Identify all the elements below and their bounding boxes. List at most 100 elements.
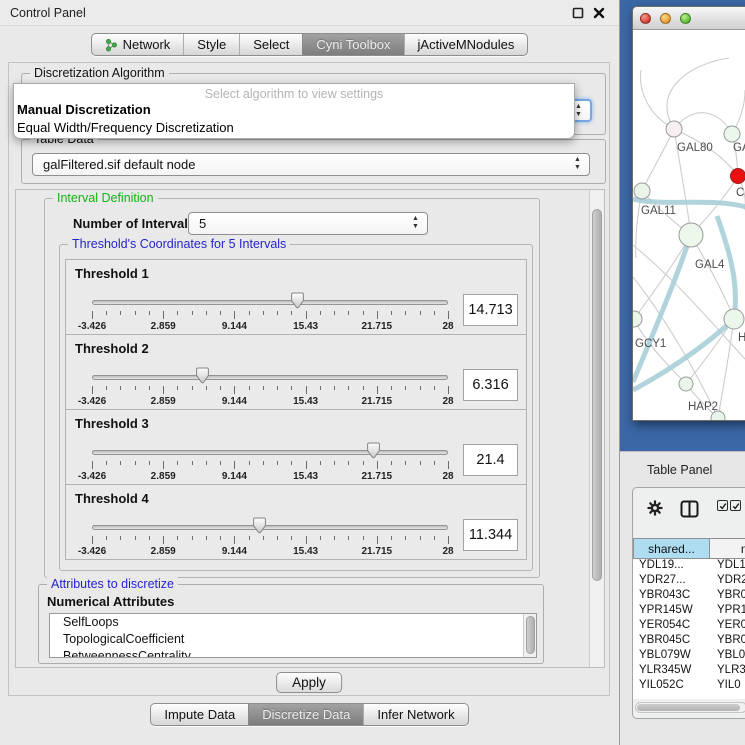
- tick-label: 2.859: [151, 321, 176, 332]
- network-canvas[interactable]: GAL80GACGAL11GAL4GCY1HHAP2: [633, 30, 745, 421]
- tab-style[interactable]: Style: [183, 34, 239, 55]
- network-node[interactable]: [724, 309, 744, 329]
- tick-label: 15.43: [293, 546, 318, 557]
- tab-discretize-data[interactable]: Discretize Data: [248, 704, 363, 725]
- table-row[interactable]: YER054CYER0: [633, 619, 745, 634]
- algorithm-option-manual-discretization[interactable]: Manual Discretization: [14, 101, 574, 119]
- tick: [363, 536, 364, 540]
- cell-name: YBR0: [710, 589, 745, 604]
- gear-icon[interactable]: [647, 500, 663, 516]
- network-node[interactable]: [634, 183, 650, 199]
- tick: [391, 311, 392, 315]
- threshold-value-input[interactable]: 14.713: [463, 294, 518, 326]
- attributes-scrollbar-thumb[interactable]: [526, 616, 535, 654]
- cell-shared-name: YER054C: [633, 619, 710, 634]
- slider-track[interactable]: [92, 300, 448, 305]
- table-row[interactable]: YDL19...YDL1: [633, 559, 745, 574]
- attribute-item-selfloops[interactable]: SelfLoops: [50, 614, 536, 631]
- tab-select[interactable]: Select: [239, 34, 302, 55]
- tab-jactivemnodules[interactable]: jActiveMNodules: [404, 34, 528, 55]
- attribute-item-betweennesscentrality[interactable]: BetweennessCentrality: [50, 648, 536, 658]
- table-row[interactable]: YBR043CYBR0: [633, 589, 745, 604]
- column-header-shared-[interactable]: shared...: [633, 538, 710, 559]
- float-window-icon[interactable]: [571, 6, 585, 20]
- tick: [263, 461, 264, 465]
- tick: [135, 386, 136, 390]
- threshold-value-input[interactable]: 11.344: [463, 519, 518, 551]
- attribute-item-topologicalcoefficient[interactable]: TopologicalCoefficient: [50, 631, 536, 648]
- tab-cyni-toolbox[interactable]: Cyni Toolbox: [302, 34, 403, 55]
- network-edge[interactable]: [674, 113, 732, 134]
- slider-thumb[interactable]: [195, 367, 210, 384]
- checkbox-checked-icon[interactable]: [717, 500, 728, 511]
- tick: [391, 461, 392, 465]
- table-row[interactable]: YDR27...YDR2: [633, 574, 745, 589]
- network-node[interactable]: [679, 377, 693, 391]
- window-minimize-button[interactable]: [660, 13, 671, 24]
- settings-scrollbar-thumb[interactable]: [592, 209, 602, 581]
- number-of-intervals-spinner[interactable]: 5 ▲▼: [188, 212, 428, 235]
- tick: [448, 461, 449, 469]
- tick: [92, 461, 93, 469]
- table-data-group: Table Data galFiltered.sif default node …: [21, 139, 606, 184]
- tab-network[interactable]: Network: [92, 34, 184, 55]
- slider-tick-labels: -3.4262.8599.14415.4321.71528: [92, 546, 448, 558]
- window-close-button[interactable]: [640, 13, 651, 24]
- slider-track[interactable]: [92, 525, 448, 530]
- slider-thumb[interactable]: [290, 292, 305, 309]
- network-edge[interactable]: [642, 129, 674, 191]
- network-node[interactable]: [731, 169, 745, 184]
- table-hscrollbar-thumb[interactable]: [637, 704, 740, 711]
- network-view-window[interactable]: GAL80GACGAL11GAL4GCY1HHAP2: [632, 6, 745, 421]
- threshold-slider[interactable]: -3.4262.8599.14415.4321.71528: [92, 365, 448, 409]
- network-node[interactable]: [724, 126, 740, 142]
- threshold-slider[interactable]: -3.4262.8599.14415.4321.71528: [92, 515, 448, 559]
- threshold-slider[interactable]: -3.4262.8599.14415.4321.71528: [92, 440, 448, 484]
- table-row[interactable]: YIL052CYIL0: [633, 679, 745, 694]
- tab-impute-data[interactable]: Impute Data: [151, 704, 248, 725]
- attributes-scrollbar[interactable]: [523, 614, 536, 657]
- settings-scrollbar[interactable]: [589, 190, 604, 667]
- slider-thumb[interactable]: [252, 517, 267, 534]
- algorithm-option-equal-width-frequency-discretization[interactable]: Equal Width/Frequency Discretization: [14, 119, 574, 137]
- network-node[interactable]: [633, 311, 642, 327]
- table-hscrollbar[interactable]: [635, 702, 745, 713]
- network-node[interactable]: [666, 121, 682, 137]
- numerical-attributes-list[interactable]: SelfLoopsTopologicalCoefficientBetweenne…: [49, 613, 537, 658]
- network-window-titlebar[interactable]: [633, 7, 745, 30]
- tab-infer-network[interactable]: Infer Network: [363, 704, 467, 725]
- table-toolbar: [633, 488, 745, 528]
- network-node[interactable]: [679, 223, 703, 247]
- slider-track[interactable]: [92, 375, 448, 380]
- slider-thumb[interactable]: [366, 442, 381, 459]
- split-columns-icon[interactable]: [680, 500, 699, 518]
- tick: [106, 311, 107, 315]
- threshold-label: Threshold 3: [75, 416, 149, 431]
- table-row[interactable]: YBR045CYBR0: [633, 634, 745, 649]
- table-data-combo[interactable]: galFiltered.sif default node ▲▼: [32, 153, 590, 176]
- checkbox-checked-icon[interactable]: [730, 500, 741, 511]
- table-row[interactable]: YPR145WYPR1: [633, 604, 745, 619]
- threshold-value-input[interactable]: 21.4: [463, 444, 518, 476]
- table-row[interactable]: YBL079WYBL0: [633, 649, 745, 664]
- apply-button[interactable]: Apply: [276, 672, 342, 693]
- window-zoom-button[interactable]: [680, 13, 691, 24]
- column-visibility-checkboxes[interactable]: [717, 500, 741, 511]
- bottom-tab-bar: Impute Data Discretize Data Infer Networ…: [150, 703, 468, 726]
- threshold-slider[interactable]: -3.4262.8599.14415.4321.71528: [92, 290, 448, 334]
- tab-label: Cyni Toolbox: [316, 34, 390, 55]
- threshold-value-input[interactable]: 6.316: [463, 369, 518, 401]
- column-header-na[interactable]: na: [709, 538, 745, 559]
- tab-label: Select: [253, 34, 289, 55]
- tick: [263, 386, 264, 390]
- cell-name: YDR2: [710, 574, 745, 589]
- tick: [206, 461, 207, 465]
- close-icon[interactable]: [592, 6, 606, 20]
- tick: [192, 386, 193, 390]
- slider-ticks: [92, 311, 448, 320]
- node-label-gcy1: GCY1: [635, 338, 666, 350]
- tick-label: 28: [442, 396, 453, 407]
- table-row[interactable]: YLR345WYLR3: [633, 664, 745, 679]
- tick: [277, 386, 278, 390]
- slider-track[interactable]: [92, 450, 448, 455]
